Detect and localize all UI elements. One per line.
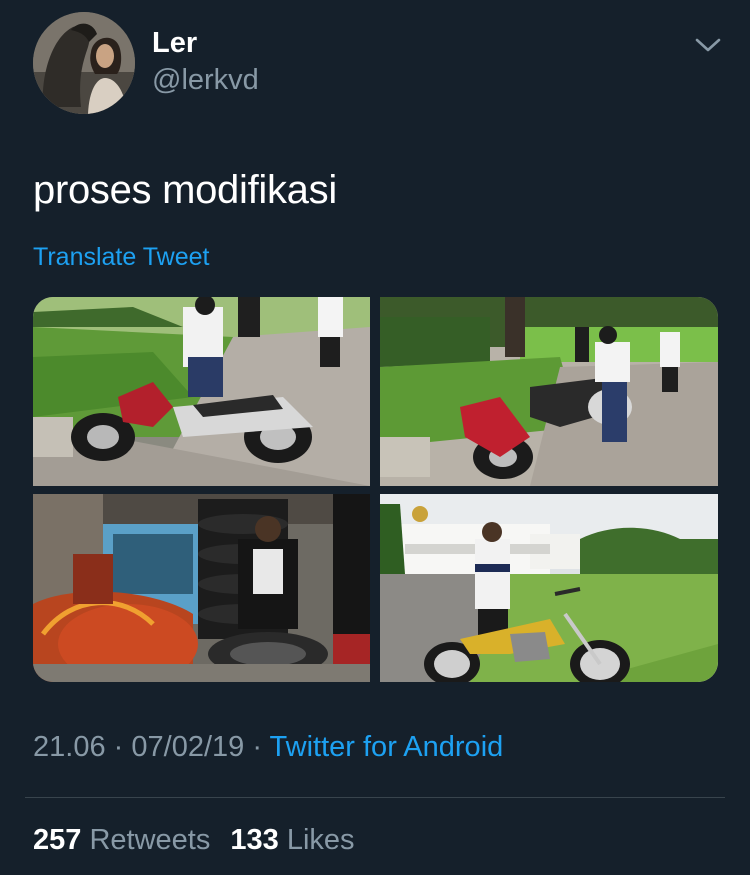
photo-2[interactable] [380, 297, 718, 486]
photo-1[interactable] [33, 297, 370, 486]
photo-3[interactable] [33, 494, 370, 682]
divider [25, 797, 725, 798]
media-grid [33, 297, 718, 682]
likes-count: 133 [230, 824, 279, 856]
meta-separator: · [113, 731, 124, 763]
likes-label: Likes [286, 824, 355, 856]
tweet-meta: 21.06 · 07/02/19 · Twitter for Android [33, 731, 503, 764]
photo-4[interactable] [380, 494, 718, 682]
tweet-detail: Ler @lerkvd proses modifikasi Translate … [0, 0, 750, 875]
translate-tweet-link[interactable]: Translate Tweet [33, 243, 209, 272]
likes-stat[interactable]: 133 Likes [230, 824, 354, 856]
chevron-down-icon[interactable] [694, 34, 722, 56]
tweet-time: 21.06 [33, 731, 106, 763]
engagement-stats: 257 Retweets 133 Likes [33, 824, 367, 857]
retweets-stat[interactable]: 257 Retweets [33, 824, 210, 856]
retweets-count: 257 [33, 824, 82, 856]
tweet-date: 07/02/19 [131, 731, 245, 763]
meta-separator: · [252, 731, 262, 763]
avatar[interactable] [33, 12, 135, 114]
user-handle[interactable]: @lerkvd [152, 64, 259, 97]
display-name[interactable]: Ler [152, 27, 197, 60]
avatar-image [33, 12, 135, 114]
tweet-text: proses modifikasi [33, 168, 337, 212]
tweet-source-link[interactable]: Twitter for Android [270, 731, 504, 763]
retweets-label: Retweets [89, 824, 211, 856]
